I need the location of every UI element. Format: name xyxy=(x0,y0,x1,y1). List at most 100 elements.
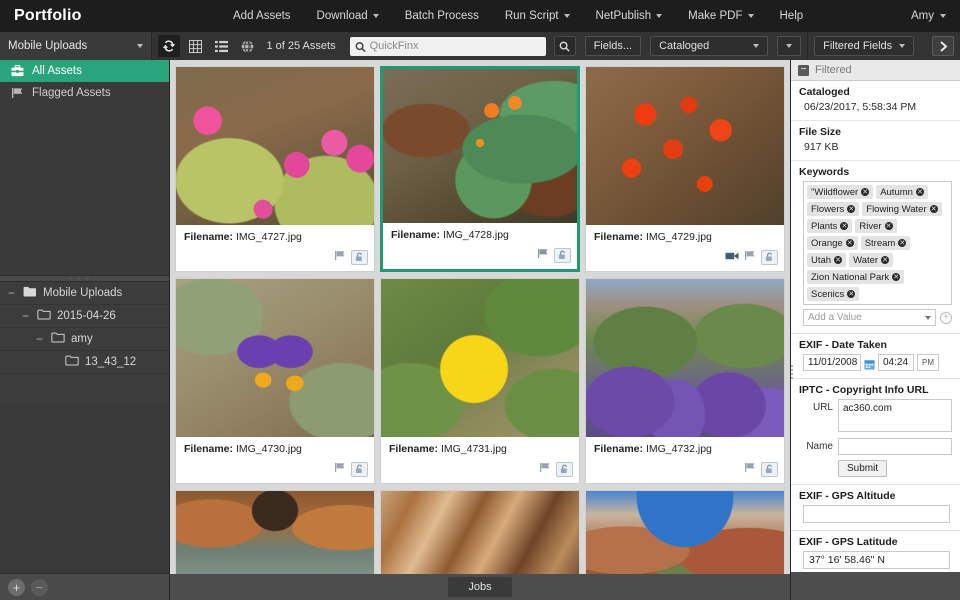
video-icon[interactable] xyxy=(725,248,739,266)
panel-expand-button[interactable] xyxy=(932,36,954,56)
gps-latitude-input[interactable]: 37° 16' 58.46" N xyxy=(803,551,950,569)
asset-card-selected[interactable]: Filename: IMG_4728.jpg xyxy=(380,66,580,272)
asset-thumbnail[interactable] xyxy=(176,279,374,437)
keyword-tag[interactable]: Water ✕ xyxy=(849,253,894,267)
remove-folder-button[interactable]: − xyxy=(31,578,48,596)
collapse-toggle-icon[interactable]: − xyxy=(20,309,31,323)
flag-icon[interactable] xyxy=(537,246,549,264)
asset-card[interactable]: Filename: IMG_4729.jpg xyxy=(585,66,785,272)
globe-button[interactable] xyxy=(236,35,258,57)
collapse-toggle-icon[interactable]: − xyxy=(34,332,45,346)
tree-item-2015-04-26[interactable]: − 2015-04-26 xyxy=(0,305,169,328)
remove-keyword-icon[interactable]: ✕ xyxy=(881,256,890,264)
unlock-button[interactable] xyxy=(761,461,778,477)
add-keyword-button[interactable]: + xyxy=(940,311,952,324)
grid-view-button[interactable] xyxy=(184,35,206,57)
user-menu[interactable]: Amy xyxy=(911,10,960,22)
flag-icon[interactable] xyxy=(334,460,346,478)
remove-keyword-icon[interactable]: ✕ xyxy=(929,205,938,213)
url-textarea[interactable]: ac360.com xyxy=(838,399,952,432)
unlock-button[interactable] xyxy=(554,247,571,263)
keyword-tag[interactable]: River ✕ xyxy=(855,219,897,233)
keyword-tag[interactable]: Utah ✕ xyxy=(807,253,847,267)
refresh-button[interactable] xyxy=(158,35,181,57)
search-submit-button[interactable] xyxy=(553,36,576,56)
calendar-icon[interactable] xyxy=(864,357,875,370)
unlock-button[interactable] xyxy=(761,249,778,265)
asset-card[interactable]: Filename: IMG_4730.jpg xyxy=(175,278,375,484)
keyword-tag[interactable]: Orange ✕ xyxy=(807,236,858,250)
menu-item-download[interactable]: Download xyxy=(304,4,392,28)
name-input[interactable] xyxy=(838,438,952,455)
search-input[interactable] xyxy=(369,40,546,52)
remove-keyword-icon[interactable]: ✕ xyxy=(840,222,849,230)
remove-keyword-icon[interactable]: ✕ xyxy=(915,188,924,196)
keyword-tag[interactable]: Flowing Water ✕ xyxy=(862,202,942,216)
filtered-fields-button[interactable]: Filtered Fields xyxy=(814,36,915,56)
fields-button[interactable]: Fields... xyxy=(584,36,642,56)
flag-icon[interactable] xyxy=(744,248,756,266)
flag-icon[interactable] xyxy=(334,248,346,266)
keyword-tag[interactable]: "Wildflower ✕ xyxy=(807,185,874,199)
ampm-toggle[interactable]: PM xyxy=(917,354,939,371)
inspector-scroll[interactable]: Cataloged 06/23/2017, 5:58:34 PM File Si… xyxy=(791,81,960,600)
asset-thumbnail[interactable] xyxy=(586,67,784,225)
keyword-tag[interactable]: Flowers ✕ xyxy=(807,202,860,216)
sidebar-item-flagged-assets[interactable]: Flagged Assets xyxy=(0,82,169,104)
collapse-toggle-icon[interactable]: − xyxy=(6,286,17,300)
remove-keyword-icon[interactable]: ✕ xyxy=(845,239,854,247)
remove-keyword-icon[interactable]: ✕ xyxy=(861,188,870,196)
unlock-button[interactable] xyxy=(351,249,368,265)
keyword-tag[interactable]: Scenics ✕ xyxy=(807,287,860,301)
asset-thumbnail[interactable] xyxy=(586,279,784,437)
menu-item-add-assets[interactable]: Add Assets xyxy=(220,4,304,28)
chevron-down-icon[interactable] xyxy=(925,315,931,320)
add-folder-button[interactable]: + xyxy=(8,578,25,596)
remove-keyword-icon[interactable]: ✕ xyxy=(834,256,843,264)
asset-thumbnail[interactable] xyxy=(383,69,577,223)
menu-item-batch-process[interactable]: Batch Process xyxy=(392,4,492,28)
menu-item-make-pdf[interactable]: Make PDF xyxy=(675,4,766,28)
submit-button[interactable]: Submit xyxy=(838,460,888,477)
menu-item-run-script[interactable]: Run Script xyxy=(492,4,583,28)
keyword-tag[interactable]: Autumn ✕ xyxy=(876,185,928,199)
sort-direction-button[interactable] xyxy=(777,36,802,56)
remove-keyword-icon[interactable]: ✕ xyxy=(847,205,856,213)
sidebar-splitter[interactable]: · · · · xyxy=(0,275,169,282)
remove-keyword-icon[interactable]: ✕ xyxy=(892,273,901,281)
sort-field-select[interactable]: Cataloged xyxy=(650,36,769,56)
asset-thumbnail[interactable] xyxy=(381,279,579,437)
search-box[interactable] xyxy=(349,36,546,56)
collection-selector[interactable]: Mobile Uploads xyxy=(0,32,153,60)
asset-card[interactable]: Filename: IMG_4727.jpg xyxy=(175,66,375,272)
sidebar-item-all-assets[interactable]: All Assets xyxy=(0,60,169,82)
collapse-icon[interactable]: − xyxy=(798,64,809,76)
menu-item-netpublish[interactable]: NetPublish xyxy=(583,4,676,28)
keyword-tag[interactable]: Zion National Park ✕ xyxy=(807,270,905,284)
unlock-button[interactable] xyxy=(556,461,573,477)
jobs-button[interactable]: Jobs xyxy=(448,577,512,597)
asset-card[interactable]: Filename: IMG_4731.jpg xyxy=(380,278,580,484)
tree-item-mobile-uploads[interactable]: − Mobile Uploads xyxy=(0,282,169,305)
tree-item-13-43-12[interactable]: 13_43_12 xyxy=(0,351,169,374)
asset-thumbnail[interactable] xyxy=(176,67,374,225)
flag-icon[interactable] xyxy=(539,460,551,478)
remove-keyword-icon[interactable]: ✕ xyxy=(884,222,893,230)
list-view-button[interactable] xyxy=(210,35,232,57)
flag-icon[interactable] xyxy=(744,460,756,478)
keyword-tag[interactable]: Plants ✕ xyxy=(807,219,853,233)
add-value-input[interactable]: Add a Value xyxy=(803,309,936,326)
keyword-tag[interactable]: Stream ✕ xyxy=(860,236,911,250)
remove-keyword-icon[interactable]: ✕ xyxy=(847,290,856,298)
remove-keyword-icon[interactable]: ✕ xyxy=(898,239,907,247)
asset-meta: Filename: IMG_4730.jpg xyxy=(176,437,374,483)
time-input[interactable]: 04:24 xyxy=(878,354,914,371)
tree-item-amy[interactable]: − amy xyxy=(0,328,169,351)
unlock-button[interactable] xyxy=(351,461,368,477)
panel-resize-handle[interactable] xyxy=(791,361,794,383)
menu-item-help[interactable]: Help xyxy=(767,4,817,28)
date-input[interactable]: 11/01/2008 xyxy=(803,354,861,371)
asset-card[interactable]: Filename: IMG_4732.jpg xyxy=(585,278,785,484)
keyword-label: Utah xyxy=(811,254,832,266)
gps-altitude-input[interactable] xyxy=(803,505,950,523)
